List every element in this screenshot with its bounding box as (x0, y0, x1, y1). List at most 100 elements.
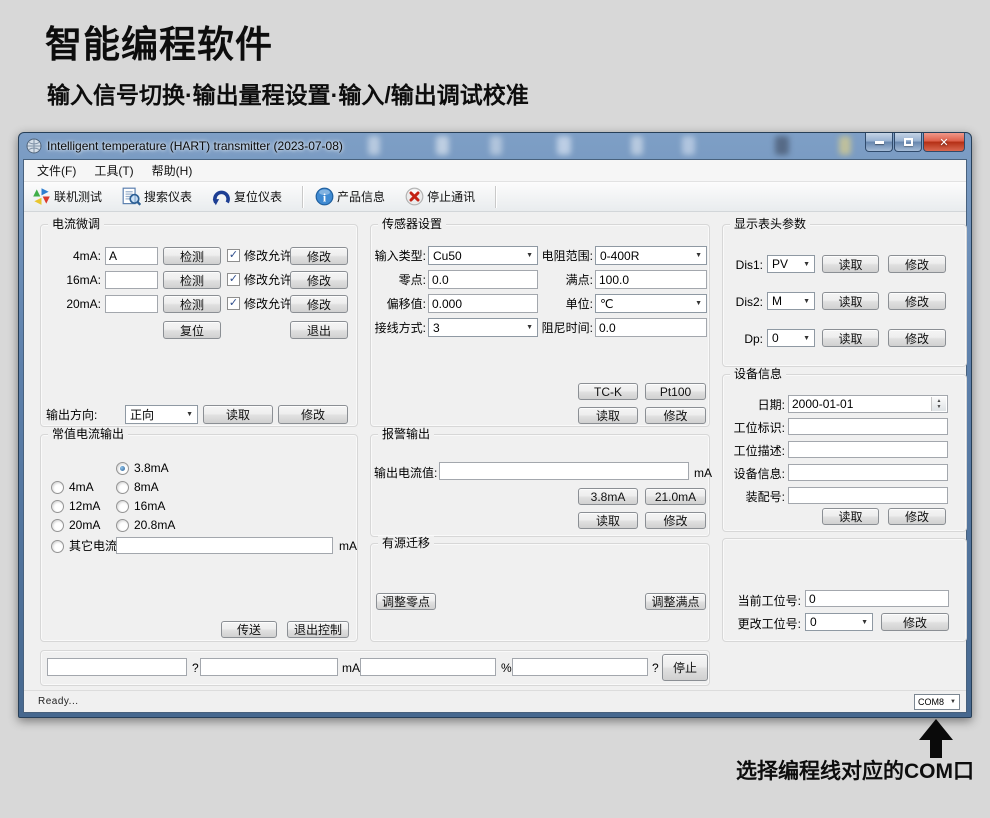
menu-file[interactable]: 文件(F) (28, 160, 85, 181)
station-desc-input[interactable] (788, 441, 948, 458)
glass-blur-decoration (490, 136, 502, 155)
maximize-button[interactable] (894, 133, 922, 152)
allow-modify-checkbox[interactable]: ✓ (227, 297, 240, 310)
menu-tools[interactable]: 工具(T) (85, 160, 142, 181)
read-button[interactable]: 读取 (822, 329, 879, 347)
modify-button[interactable]: 修改 (888, 508, 946, 525)
group-monitor-row: ? mA % ? 停止 (40, 650, 710, 686)
modify-button[interactable]: 修改 (888, 292, 946, 310)
radio-12ma[interactable] (51, 500, 64, 513)
change-station-select[interactable]: 0 ▼ (805, 613, 873, 631)
radio-3-8ma[interactable] (116, 462, 129, 475)
detect-button[interactable]: 检测 (163, 247, 221, 265)
resistance-range-select[interactable]: 0-400R ▼ (595, 246, 707, 265)
detect-button[interactable]: 检测 (163, 271, 221, 289)
radio-label: 20mA (69, 516, 100, 534)
unit-select[interactable]: ℃ ▼ (595, 294, 707, 313)
allow-modify-checkbox[interactable]: ✓ (227, 249, 240, 262)
toolbar-search-meter[interactable]: 搜索仪表 (122, 187, 192, 206)
dis1-select[interactable]: PV ▼ (767, 255, 815, 273)
radio-20-8ma[interactable] (116, 519, 129, 532)
device-info-input[interactable] (788, 464, 948, 481)
toolbar-product-info[interactable]: i 产品信息 (315, 187, 385, 206)
modify-button[interactable]: 修改 (888, 329, 946, 347)
stop-button[interactable]: 停止 (662, 654, 708, 681)
modify-button[interactable]: 修改 (290, 271, 348, 289)
exit-control-button[interactable]: 退出控制 (287, 621, 349, 638)
trim-4ma-input[interactable] (105, 247, 158, 265)
reset-button[interactable]: 复位 (163, 321, 221, 339)
monitor-input-2[interactable] (200, 658, 338, 676)
toolbar-online-test[interactable]: 联机测试 (32, 187, 102, 206)
dis2-select[interactable]: M ▼ (767, 292, 815, 310)
modify-button[interactable]: 修改 (881, 613, 949, 631)
offset-input[interactable] (428, 294, 538, 313)
allow-modify-checkbox[interactable]: ✓ (227, 273, 240, 286)
modify-button[interactable]: 修改 (888, 255, 946, 273)
modify-button[interactable]: 修改 (290, 295, 348, 313)
trim-16ma-input[interactable] (105, 271, 158, 289)
damping-time-input[interactable] (595, 318, 707, 337)
alarm-current-input[interactable] (439, 462, 689, 480)
adjust-full-button[interactable]: 调整满点 (645, 593, 706, 610)
pt100-button[interactable]: Pt100 (645, 383, 706, 400)
wiring-mode-select[interactable]: 3 ▼ (428, 318, 538, 337)
com-port-select[interactable]: COM8 ▼ (914, 694, 960, 710)
read-button[interactable]: 读取 (578, 512, 638, 529)
close-button[interactable]: ✕ (923, 133, 965, 152)
page-subtitle: 输入信号切换·输出量程设置·输入/输出调试校准 (47, 76, 529, 110)
modify-button[interactable]: 修改 (278, 405, 348, 424)
date-spinner[interactable]: ▲ ▼ (931, 397, 946, 411)
adjust-zero-button[interactable]: 调整零点 (376, 593, 436, 610)
modify-button[interactable]: 修改 (290, 247, 348, 265)
chevron-down-icon: ▼ (947, 699, 959, 705)
modify-button[interactable]: 修改 (645, 512, 706, 529)
minimize-button[interactable] (865, 133, 893, 152)
assembly-no-input[interactable] (788, 487, 948, 504)
chevron-down-icon: ▼ (857, 619, 872, 626)
check-icon: ✓ (229, 273, 238, 285)
station-tag-input[interactable] (788, 418, 948, 435)
glass-blur-decoration (368, 136, 380, 155)
chevron-down-icon: ▼ (691, 252, 706, 259)
read-button[interactable]: 读取 (578, 407, 638, 424)
read-button[interactable]: 读取 (822, 508, 879, 525)
field-label: 工位标识: (723, 419, 785, 437)
monitor-input-3[interactable] (360, 658, 496, 676)
field-label: Dis1: (723, 256, 763, 274)
exit-button[interactable]: 退出 (290, 321, 348, 339)
alarm-3-8ma-button[interactable]: 3.8mA (578, 488, 638, 505)
radio-8ma[interactable] (116, 481, 129, 494)
detect-button[interactable]: 检测 (163, 295, 221, 313)
other-current-input[interactable] (116, 537, 333, 554)
output-direction-select[interactable]: 正向 ▼ (125, 405, 198, 424)
dp-select[interactable]: 0 ▼ (767, 329, 815, 347)
current-station-input[interactable] (805, 590, 949, 607)
alarm-21ma-button[interactable]: 21.0mA (645, 488, 706, 505)
radio-16ma[interactable] (116, 500, 129, 513)
send-button[interactable]: 传送 (221, 621, 277, 638)
titlebar[interactable]: Intelligent temperature (HART) transmitt… (19, 133, 971, 159)
group-title: 设备信息 (730, 367, 786, 382)
read-button[interactable]: 读取 (203, 405, 273, 424)
toolbar-reset-meter[interactable]: 复位仪表 (212, 187, 282, 206)
radio-other-current[interactable] (51, 540, 64, 553)
date-input[interactable]: 2000-01-01 ▲ ▼ (788, 395, 948, 413)
modify-button[interactable]: 修改 (645, 407, 706, 424)
zero-point-input[interactable] (428, 270, 538, 289)
radio-4ma[interactable] (51, 481, 64, 494)
read-button[interactable]: 读取 (822, 292, 879, 310)
full-point-input[interactable] (595, 270, 707, 289)
menu-help[interactable]: 帮助(H) (143, 160, 202, 181)
trim-20ma-input[interactable] (105, 295, 158, 313)
field-label: 输入类型: (371, 247, 426, 265)
toolbar-stop-comm[interactable]: 停止通讯 (405, 187, 475, 206)
monitor-input-1[interactable] (47, 658, 187, 676)
tck-button[interactable]: TC-K (578, 383, 638, 400)
monitor-input-4[interactable] (512, 658, 648, 676)
input-type-select[interactable]: Cu50 ▼ (428, 246, 538, 265)
alarm-current-label: 输出电流值: (374, 464, 437, 482)
field-label: 满点: (539, 271, 593, 289)
radio-20ma[interactable] (51, 519, 64, 532)
read-button[interactable]: 读取 (822, 255, 879, 273)
